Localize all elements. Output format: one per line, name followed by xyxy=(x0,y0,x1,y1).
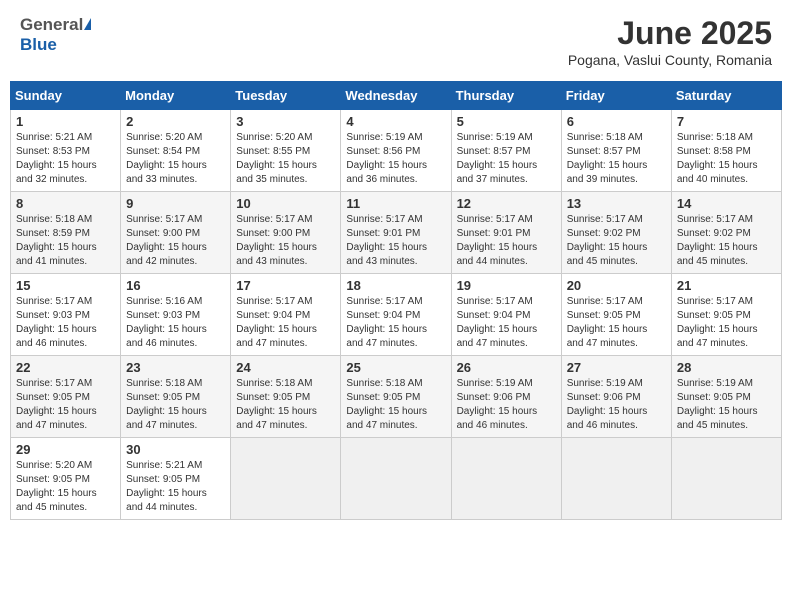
logo-blue: Blue xyxy=(20,35,57,54)
day-24: 24 Sunrise: 5:18 AMSunset: 9:05 PMDaylig… xyxy=(231,356,341,438)
day-6: 6 Sunrise: 5:18 AMSunset: 8:57 PMDayligh… xyxy=(561,110,671,192)
day-26: 26 Sunrise: 5:19 AMSunset: 9:06 PMDaylig… xyxy=(451,356,561,438)
logo-shape-icon xyxy=(84,18,91,30)
week-row-1: 1 Sunrise: 5:21 AMSunset: 8:53 PMDayligh… xyxy=(11,110,782,192)
day-18: 18 Sunrise: 5:17 AMSunset: 9:04 PMDaylig… xyxy=(341,274,451,356)
week-row-2: 8 Sunrise: 5:18 AMSunset: 8:59 PMDayligh… xyxy=(11,192,782,274)
day-7: 7 Sunrise: 5:18 AMSunset: 8:58 PMDayligh… xyxy=(671,110,781,192)
day-1: 1 Sunrise: 5:21 AMSunset: 8:53 PMDayligh… xyxy=(11,110,121,192)
day-2: 2 Sunrise: 5:20 AMSunset: 8:54 PMDayligh… xyxy=(121,110,231,192)
day-empty-1 xyxy=(231,438,341,520)
calendar: Sunday Monday Tuesday Wednesday Thursday… xyxy=(10,81,782,520)
header-sunday: Sunday xyxy=(11,82,121,110)
header-friday: Friday xyxy=(561,82,671,110)
day-23: 23 Sunrise: 5:18 AMSunset: 9:05 PMDaylig… xyxy=(121,356,231,438)
day-16: 16 Sunrise: 5:16 AMSunset: 9:03 PMDaylig… xyxy=(121,274,231,356)
day-28: 28 Sunrise: 5:19 AMSunset: 9:05 PMDaylig… xyxy=(671,356,781,438)
logo: General Blue xyxy=(20,15,91,55)
day-empty-2 xyxy=(341,438,451,520)
location-title: Pogana, Vaslui County, Romania xyxy=(568,52,772,68)
day-12: 12 Sunrise: 5:17 AMSunset: 9:01 PMDaylig… xyxy=(451,192,561,274)
month-title: June 2025 xyxy=(568,15,772,52)
day-empty-5 xyxy=(671,438,781,520)
day-13: 13 Sunrise: 5:17 AMSunset: 9:02 PMDaylig… xyxy=(561,192,671,274)
day-21: 21 Sunrise: 5:17 AMSunset: 9:05 PMDaylig… xyxy=(671,274,781,356)
day-20: 20 Sunrise: 5:17 AMSunset: 9:05 PMDaylig… xyxy=(561,274,671,356)
day-29: 29 Sunrise: 5:20 AMSunset: 9:05 PMDaylig… xyxy=(11,438,121,520)
header-monday: Monday xyxy=(121,82,231,110)
day-4: 4 Sunrise: 5:19 AMSunset: 8:56 PMDayligh… xyxy=(341,110,451,192)
weekday-header-row: Sunday Monday Tuesday Wednesday Thursday… xyxy=(11,82,782,110)
header-wednesday: Wednesday xyxy=(341,82,451,110)
day-5: 5 Sunrise: 5:19 AMSunset: 8:57 PMDayligh… xyxy=(451,110,561,192)
day-22: 22 Sunrise: 5:17 AMSunset: 9:05 PMDaylig… xyxy=(11,356,121,438)
day-14: 14 Sunrise: 5:17 AMSunset: 9:02 PMDaylig… xyxy=(671,192,781,274)
day-10: 10 Sunrise: 5:17 AMSunset: 9:00 PMDaylig… xyxy=(231,192,341,274)
day-15: 15 Sunrise: 5:17 AMSunset: 9:03 PMDaylig… xyxy=(11,274,121,356)
day-30: 30 Sunrise: 5:21 AMSunset: 9:05 PMDaylig… xyxy=(121,438,231,520)
title-area: June 2025 Pogana, Vaslui County, Romania xyxy=(568,15,772,68)
week-row-3: 15 Sunrise: 5:17 AMSunset: 9:03 PMDaylig… xyxy=(11,274,782,356)
day-19: 19 Sunrise: 5:17 AMSunset: 9:04 PMDaylig… xyxy=(451,274,561,356)
day-empty-3 xyxy=(451,438,561,520)
header: General Blue June 2025 Pogana, Vaslui Co… xyxy=(10,10,782,73)
header-tuesday: Tuesday xyxy=(231,82,341,110)
header-thursday: Thursday xyxy=(451,82,561,110)
day-8: 8 Sunrise: 5:18 AMSunset: 8:59 PMDayligh… xyxy=(11,192,121,274)
logo-general: General xyxy=(20,15,83,35)
day-3: 3 Sunrise: 5:20 AMSunset: 8:55 PMDayligh… xyxy=(231,110,341,192)
day-25: 25 Sunrise: 5:18 AMSunset: 9:05 PMDaylig… xyxy=(341,356,451,438)
header-saturday: Saturday xyxy=(671,82,781,110)
day-empty-4 xyxy=(561,438,671,520)
day-9: 9 Sunrise: 5:17 AMSunset: 9:00 PMDayligh… xyxy=(121,192,231,274)
day-17: 17 Sunrise: 5:17 AMSunset: 9:04 PMDaylig… xyxy=(231,274,341,356)
day-11: 11 Sunrise: 5:17 AMSunset: 9:01 PMDaylig… xyxy=(341,192,451,274)
week-row-5: 29 Sunrise: 5:20 AMSunset: 9:05 PMDaylig… xyxy=(11,438,782,520)
day-27: 27 Sunrise: 5:19 AMSunset: 9:06 PMDaylig… xyxy=(561,356,671,438)
week-row-4: 22 Sunrise: 5:17 AMSunset: 9:05 PMDaylig… xyxy=(11,356,782,438)
